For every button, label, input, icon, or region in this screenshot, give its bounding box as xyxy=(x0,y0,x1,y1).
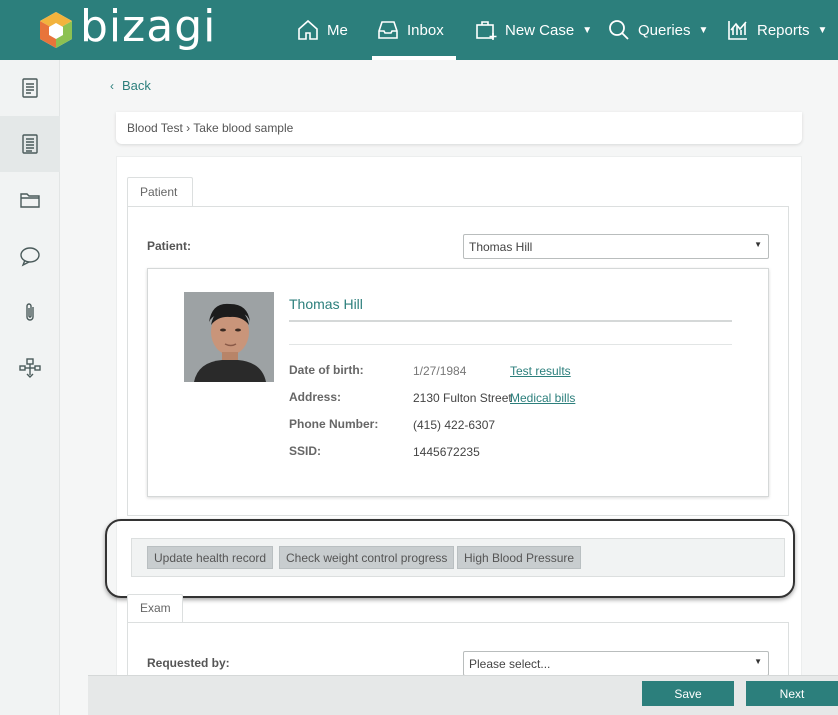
home-icon xyxy=(298,19,318,40)
address-value: 2130 Fulton Street xyxy=(413,391,512,405)
requested-by-placeholder: Please select... xyxy=(469,657,551,671)
nav-inbox[interactable]: Inbox xyxy=(376,0,444,60)
tab-patient-label: Patient xyxy=(140,185,178,199)
nav-reports-label: Reports xyxy=(757,21,810,39)
nav-new-case[interactable]: New Case ▼ xyxy=(474,0,592,60)
comment-icon xyxy=(20,247,40,267)
sidebar-item-folder[interactable] xyxy=(0,172,60,228)
chevron-down-icon: ▼ xyxy=(817,24,828,36)
ssid-label: SSID: xyxy=(289,444,322,458)
document-icon xyxy=(22,78,38,98)
workflow-icon xyxy=(19,358,41,378)
bizagi-logo[interactable]: bizagi xyxy=(38,5,216,55)
back-link[interactable]: ‹ Back xyxy=(110,78,151,93)
divider xyxy=(289,320,732,322)
tab-patient[interactable]: Patient xyxy=(127,177,193,207)
phone-value: (415) 422-6307 xyxy=(413,418,496,432)
next-button[interactable]: Next xyxy=(746,681,838,706)
patient-photo xyxy=(184,292,274,382)
highlight-outline xyxy=(105,519,795,598)
chevron-down-icon: ▼ xyxy=(698,24,709,36)
address-label: Address: xyxy=(289,390,342,404)
reports-icon xyxy=(728,21,747,40)
breadcrumb: Blood Test › Take blood sample xyxy=(116,112,802,144)
divider xyxy=(289,344,732,345)
bizagi-logo-icon xyxy=(40,12,72,48)
chevron-left-icon: ‹ xyxy=(110,78,114,93)
test-results-link[interactable]: Test results xyxy=(510,364,571,378)
nav-me[interactable]: Me xyxy=(296,0,348,60)
sidebar-item-workflow[interactable] xyxy=(0,340,60,396)
sidebar xyxy=(0,60,60,715)
medical-bills-link[interactable]: Medical bills xyxy=(510,391,575,405)
patient-portrait-icon xyxy=(184,292,274,382)
search-icon xyxy=(609,20,629,40)
chevron-down-icon: ▼ xyxy=(582,24,593,36)
patient-name: Thomas Hill xyxy=(289,296,363,312)
sidebar-item-task-list[interactable] xyxy=(0,116,60,172)
top-bar: bizagi Me Inbox New Case ▼ Queries ▼ Rep… xyxy=(0,0,838,60)
dob-label: Date of birth: xyxy=(289,363,364,377)
nav-reports[interactable]: Reports ▼ xyxy=(726,0,827,60)
task-list-icon xyxy=(22,134,38,154)
nav-inbox-label: Inbox xyxy=(407,21,444,39)
breadcrumb-text: Blood Test › Take blood sample xyxy=(127,121,294,135)
patient-select[interactable]: Thomas Hill ▼ xyxy=(463,234,769,259)
nav-queries-label: Queries xyxy=(638,21,691,39)
save-button[interactable]: Save xyxy=(642,681,734,706)
tab-exam-label: Exam xyxy=(140,601,171,615)
sidebar-item-document[interactable] xyxy=(0,60,60,116)
tab-exam[interactable]: Exam xyxy=(127,594,183,624)
nav-me-label: Me xyxy=(327,21,348,39)
inbox-icon xyxy=(378,21,398,39)
chevron-down-icon: ▼ xyxy=(754,657,762,666)
requested-by-select[interactable]: Please select... ▼ xyxy=(463,651,769,676)
patient-field-label: Patient: xyxy=(147,239,192,253)
nav-queries[interactable]: Queries ▼ xyxy=(607,0,708,60)
new-case-icon xyxy=(476,21,497,40)
attachment-icon xyxy=(26,303,34,321)
patient-select-value: Thomas Hill xyxy=(469,240,533,254)
phone-label: Phone Number: xyxy=(289,417,379,431)
requested-by-label: Requested by: xyxy=(147,656,230,670)
folder-icon xyxy=(20,193,40,208)
ssid-value: 1445672235 xyxy=(413,445,480,459)
dob-value: 1/27/1984 xyxy=(413,364,467,378)
brand-name: bizagi xyxy=(80,1,217,52)
back-label: Back xyxy=(122,78,151,93)
sidebar-item-attachments[interactable] xyxy=(0,284,60,340)
sidebar-item-comments[interactable] xyxy=(0,228,60,284)
chevron-down-icon: ▼ xyxy=(754,240,762,249)
nav-new-case-label: New Case xyxy=(505,21,575,39)
nav-active-indicator xyxy=(372,56,456,60)
